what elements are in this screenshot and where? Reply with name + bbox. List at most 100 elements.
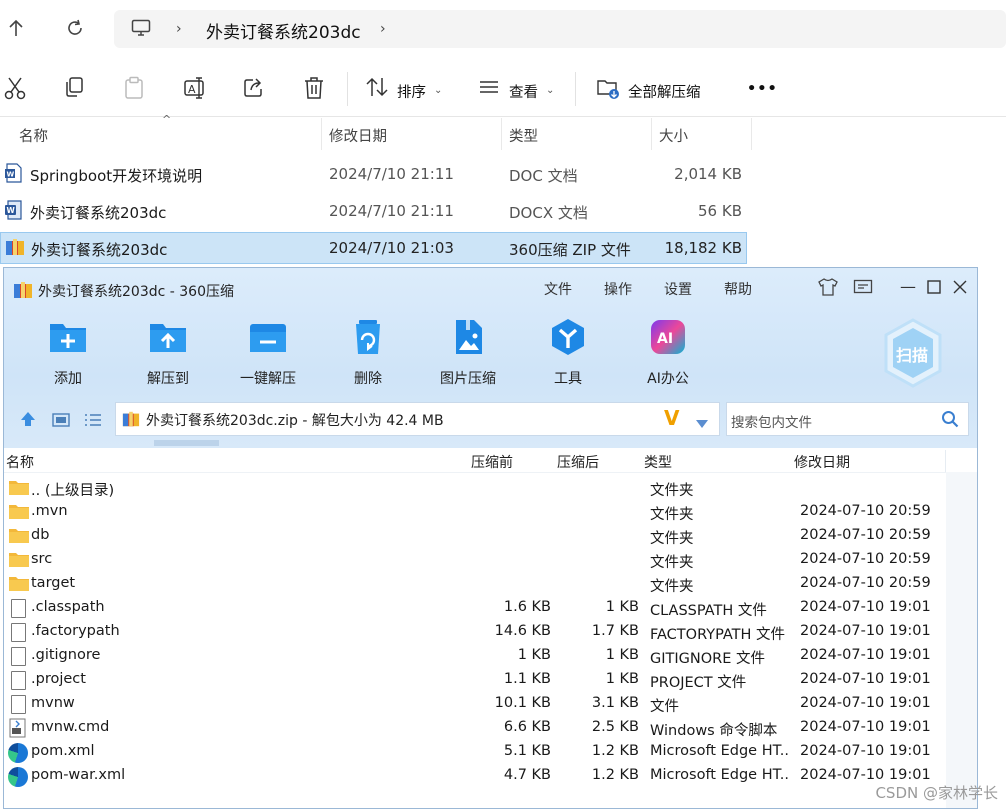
file-row-selected[interactable]: 外卖订餐系统203dc 2024/7/10 21:03 360压缩 ZIP 文件… (0, 232, 747, 264)
folder-icon (9, 529, 29, 543)
list-view-icon[interactable] (84, 412, 102, 431)
column-header-date[interactable]: 修改日期 (794, 452, 850, 472)
column-divider (751, 118, 752, 150)
column-header-name[interactable]: 名称 (6, 452, 34, 472)
row-date: 2024-07-10 19:01 (800, 767, 931, 783)
one-click-extract-icon (248, 318, 288, 358)
paste-icon[interactable] (123, 76, 147, 100)
tools-label: 工具 (554, 371, 582, 387)
add-button[interactable]: 添加 (28, 318, 108, 388)
thumbnail-view-icon[interactable] (52, 412, 70, 431)
row-size-after: 2.5 KB (591, 719, 639, 735)
skin-shirt-icon[interactable] (817, 278, 839, 300)
image-compress-button[interactable]: 图片压缩 (428, 318, 508, 388)
archive-row[interactable]: target 文件夹 2024-07-10 20:59 (4, 572, 977, 596)
search-box[interactable]: 搜索包内文件 (726, 402, 969, 436)
image-compress-icon (448, 318, 488, 358)
window-title: 外卖订餐系统203dc - 360压缩 (38, 284, 234, 300)
file-row[interactable]: W 外卖订餐系统203dc 2024/7/10 21:11 DOCX 文档 56… (0, 195, 750, 227)
archive-path-bar[interactable]: 外卖订餐系统203dc.zip - 解包大小为 42.4 MB V (115, 402, 720, 436)
archive-row[interactable]: .. (上级目录) 文件夹 (4, 476, 977, 500)
row-name: src (31, 551, 53, 567)
column-header-name[interactable]: 名称 (19, 125, 48, 157)
column-header-type[interactable]: 类型 (644, 452, 672, 472)
archive-row[interactable]: pom.xml 5.1 KB 1.2 KB Microsoft Edge HT... 2… (4, 740, 977, 764)
archive-row[interactable]: mvnw 10.1 KB 3.1 KB 文件 2024-07-10 19:01 (4, 692, 977, 716)
file-row[interactable]: W Springboot开发环境说明 2024/7/10 21:11 DOC 文… (0, 158, 750, 190)
extract-all-button[interactable]: 全部解压缩 (628, 81, 701, 102)
tools-button[interactable]: 工具 (528, 318, 608, 388)
delete-button[interactable]: 删除 (328, 318, 408, 388)
file-date: 2024/7/10 21:03 (329, 239, 454, 257)
feedback-icon[interactable] (853, 279, 873, 299)
sort-button[interactable]: 排序 (397, 81, 426, 102)
archive-row[interactable]: .project 1.1 KB 1 KB PROJECT 文件 2024-07-10 1… (4, 668, 977, 692)
archive-row[interactable]: .classpath 1.6 KB 1 KB CLASSPATH 文件 2024-07-… (4, 596, 977, 620)
row-size-before: 1 KB (517, 647, 551, 663)
row-name: pom-war.xml (31, 767, 126, 783)
row-type: 文件 (650, 699, 679, 715)
sort-icon[interactable] (366, 76, 390, 100)
delete-icon[interactable] (303, 76, 327, 100)
row-size-after: 1 KB (605, 671, 639, 687)
folder-icon (9, 505, 29, 519)
up-level-icon[interactable] (20, 411, 36, 431)
search-icon[interactable] (941, 410, 959, 432)
row-type: 文件夹 (650, 579, 694, 595)
dropdown-arrow-icon[interactable] (696, 413, 708, 432)
one-click-extract-button[interactable]: 一键解压 (228, 318, 308, 388)
column-header-type[interactable]: 类型 (509, 125, 538, 157)
toolbar-divider (347, 72, 348, 106)
v-badge-icon[interactable]: V (664, 406, 679, 430)
refresh-icon[interactable] (66, 19, 84, 42)
row-date: 2024-07-10 20:59 (800, 551, 931, 567)
cut-icon[interactable] (4, 76, 28, 100)
share-icon[interactable] (243, 76, 267, 100)
ai-office-button[interactable]: AI AI办公 (628, 318, 708, 388)
archive-row[interactable]: .factorypath 14.6 KB 1.7 KB FACTORYPATH 文件 2… (4, 620, 977, 644)
menu-help[interactable]: 帮助 (724, 279, 752, 299)
maximize-icon[interactable] (927, 279, 941, 298)
archive-row[interactable]: mvnw.cmd 6.6 KB 2.5 KB Windows 命令脚本 2024-07-… (4, 716, 977, 740)
more-options-button[interactable]: ••• (747, 81, 778, 97)
row-date: 2024-07-10 20:59 (800, 527, 931, 543)
chevron-down-icon[interactable]: ⌄ (434, 85, 442, 96)
column-header-date[interactable]: 修改日期 (329, 125, 387, 157)
chevron-down-icon[interactable]: ⌄ (546, 85, 554, 96)
archive-row[interactable]: .mvn 文件夹 2024-07-10 20:59 (4, 500, 977, 524)
column-header-size[interactable]: 大小 (659, 125, 688, 157)
archive-row[interactable]: src 文件夹 2024-07-10 20:59 (4, 548, 977, 572)
column-header-after[interactable]: 压缩后 (557, 452, 599, 472)
zip-header: 外卖订餐系统203dc - 360压缩 文件 操作 设置 帮助 — 添加 解压到… (4, 268, 977, 448)
scan-button[interactable]: 扫描 (882, 318, 944, 392)
scan-label: 扫描 (896, 346, 929, 365)
extract-to-button[interactable]: 解压到 (128, 318, 208, 388)
up-arrow-icon[interactable] (8, 19, 24, 42)
breadcrumb[interactable]: 外卖订餐系统203dc (206, 18, 361, 43)
row-type: 文件夹 (650, 555, 694, 571)
archive-row[interactable]: .gitignore 1 KB 1 KB GITIGNORE 文件 2024-07-10… (4, 644, 977, 668)
view-icon[interactable] (478, 78, 502, 102)
address-bar-area: › 外卖订餐系统203dc › (0, 0, 1006, 58)
menu-file[interactable]: 文件 (544, 279, 572, 299)
chevron-right-icon[interactable]: › (176, 21, 182, 37)
rename-icon[interactable]: A (183, 76, 207, 100)
file-icon (11, 623, 26, 642)
minimize-icon[interactable]: — (900, 277, 916, 296)
menu-settings[interactable]: 设置 (664, 279, 692, 299)
archive-row[interactable]: db 文件夹 2024-07-10 20:59 (4, 524, 977, 548)
menu-operation[interactable]: 操作 (604, 279, 632, 299)
chevron-right-icon[interactable]: › (380, 21, 386, 37)
delete-label: 删除 (354, 371, 382, 387)
column-header-before[interactable]: 压缩前 (471, 452, 513, 472)
archive-row[interactable]: pom-war.xml 4.7 KB 1.2 KB Microsoft Edge HT… (4, 764, 977, 788)
one-click-extract-label: 一键解压 (240, 371, 296, 387)
copy-icon[interactable] (63, 76, 87, 100)
view-button[interactable]: 查看 (509, 81, 538, 102)
file-type: DOCX 文档 (509, 204, 588, 222)
extract-archive-icon[interactable] (596, 76, 620, 100)
svg-text:A: A (188, 83, 196, 96)
svg-text:W: W (7, 206, 16, 215)
close-icon[interactable] (953, 279, 967, 298)
zip-archive-icon (122, 410, 140, 432)
